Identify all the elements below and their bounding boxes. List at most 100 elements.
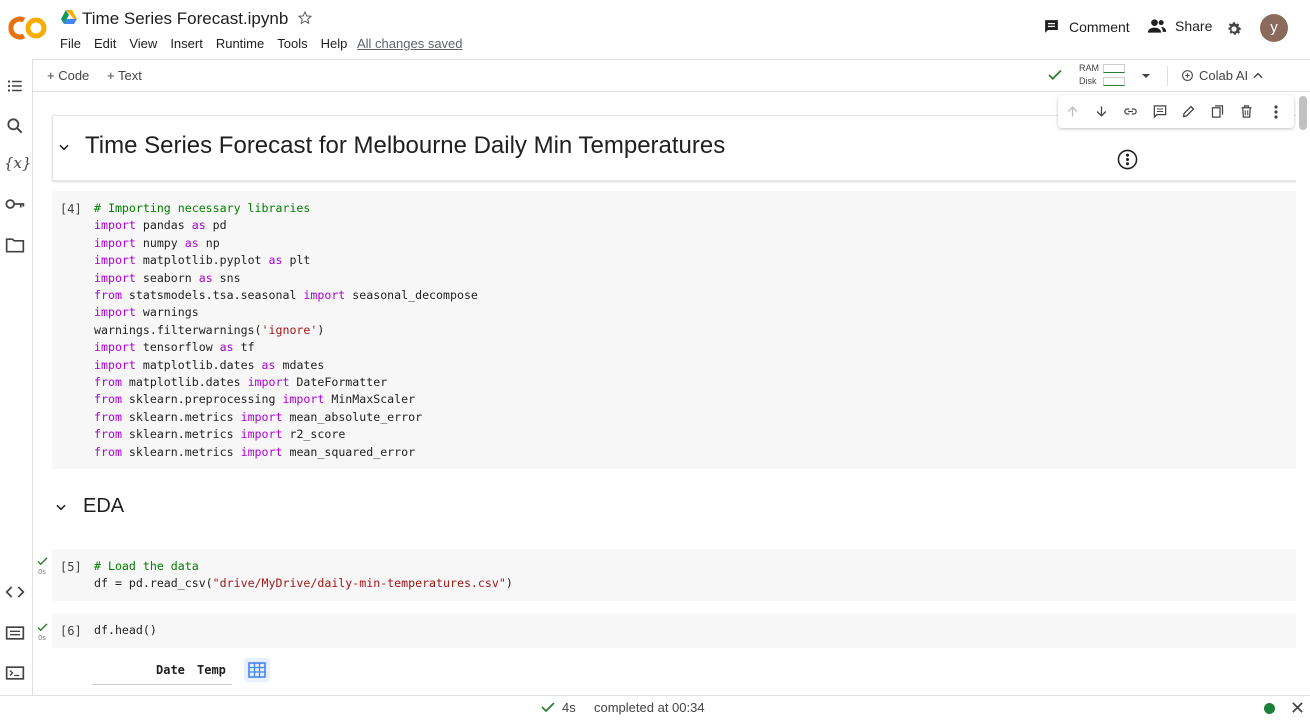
code-line: import tensorflow as tf <box>94 340 255 355</box>
run-time: 0s <box>38 635 46 642</box>
comment-button[interactable]: Comment <box>1043 18 1130 35</box>
menu-file[interactable]: File <box>60 36 81 51</box>
table-of-contents-icon[interactable] <box>5 77 25 95</box>
code-line: from sklearn.metrics import mean_absolut… <box>94 409 423 424</box>
run-success-check-icon <box>37 623 48 632</box>
share-button[interactable]: Share <box>1147 18 1212 34</box>
mirror-cell-icon[interactable] <box>1203 104 1232 119</box>
code-line: # Load the data <box>94 559 199 573</box>
run-time: 0s <box>38 569 46 576</box>
connection-status-dot <box>1264 703 1275 714</box>
trash-icon[interactable] <box>1232 104 1261 119</box>
variables-icon[interactable]: {x} <box>4 154 32 172</box>
menu-runtime[interactable]: Runtime <box>216 36 264 51</box>
section-heading-eda: EDA <box>83 495 125 517</box>
move-up-icon[interactable] <box>1058 104 1087 119</box>
code-line: from sklearn.preprocessing import MinMax… <box>94 392 416 407</box>
execution-count[interactable]: [4] <box>60 202 82 216</box>
table-header-rule <box>92 684 232 685</box>
menu-view[interactable]: View <box>129 36 157 51</box>
table-header-temp: Temp <box>197 663 226 677</box>
execution-count[interactable]: [6] <box>60 624 82 638</box>
cell-toolbar <box>1058 95 1294 128</box>
menu-help[interactable]: Help <box>321 36 348 51</box>
cursor-more-icon <box>1117 149 1138 170</box>
connected-check-icon <box>1046 66 1064 84</box>
people-icon <box>1147 18 1167 34</box>
menu-bar: File Edit View Insert Runtime Tools Help <box>60 36 360 51</box>
link-icon[interactable] <box>1116 104 1145 119</box>
scrollbar[interactable] <box>1299 96 1307 130</box>
section-collapse-icon[interactable] <box>57 140 71 154</box>
ram-label: RAM <box>1079 63 1099 73</box>
colab-ai-label: Colab AI <box>1199 68 1249 83</box>
disk-label: Disk <box>1079 76 1097 86</box>
code-line: import seaborn as sns <box>94 270 241 285</box>
notebook-title[interactable]: Time Series Forecast.ipynb <box>82 9 288 29</box>
notebook-heading: Time Series Forecast for Melbourne Daily… <box>85 132 726 159</box>
search-icon[interactable] <box>5 116 25 136</box>
share-label: Share <box>1175 18 1213 34</box>
disk-bar <box>1103 77 1125 86</box>
header: Time Series Forecast.ipynb File Edit Vie… <box>0 0 1310 58</box>
star-icon[interactable] <box>297 10 313 26</box>
menu-edit[interactable]: Edit <box>94 36 116 51</box>
avatar[interactable]: y <box>1260 14 1288 42</box>
code-line: from sklearn.metrics import mean_squared… <box>94 444 416 459</box>
status-check-icon <box>541 701 555 713</box>
code-cell-load-data[interactable]: [5] # Load the data df = pd.read_csv("dri… <box>52 549 1296 601</box>
code-line: # Importing necessary libraries <box>94 201 311 215</box>
add-code-button[interactable]: + Code <box>47 68 89 83</box>
code-line: import matplotlib.dates as mdates <box>94 357 325 372</box>
code-line: import pandas as pd <box>94 218 227 233</box>
folder-icon[interactable] <box>5 236 25 254</box>
interactive-table-icon[interactable] <box>244 658 270 682</box>
code-line: df = pd.read_csv("drive/MyDrive/daily-mi… <box>94 576 513 591</box>
command-palette-icon[interactable] <box>5 625 25 641</box>
status-bar: 4s completed at 00:34 <box>0 695 1310 720</box>
chevron-up-icon[interactable] <box>1251 69 1265 83</box>
code-editor[interactable]: df.head() <box>94 622 157 639</box>
close-icon[interactable] <box>1291 701 1304 714</box>
notebook-toolbar: + Code + Text RAM Disk Colab AI <box>33 59 1310 92</box>
ram-bar <box>1103 64 1125 73</box>
menu-insert[interactable]: Insert <box>170 36 203 51</box>
code-line: import warnings <box>94 305 199 320</box>
notebook-area: Time Series Forecast for Melbourne Daily… <box>34 93 1296 695</box>
code-cell-head[interactable]: [6] df.head() <box>52 614 1296 648</box>
gear-icon[interactable] <box>1225 20 1243 38</box>
comment-icon <box>1043 18 1060 35</box>
code-editor[interactable]: # Load the data df = pd.read_csv("drive/M… <box>94 558 513 593</box>
code-line: from statsmodels.tsa.seasonal import sea… <box>94 288 478 303</box>
colab-logo[interactable] <box>8 14 48 42</box>
toolbar-divider <box>1167 66 1168 86</box>
chevron-down-icon[interactable] <box>1140 70 1152 82</box>
save-status[interactable]: All changes saved <box>357 36 463 51</box>
edit-pencil-icon[interactable] <box>1174 104 1203 119</box>
menu-tools[interactable]: Tools <box>277 36 307 51</box>
key-icon[interactable] <box>5 197 26 211</box>
resources-indicator[interactable]: RAM Disk <box>1079 62 1099 88</box>
code-line: warnings.filterwarnings('ignore') <box>94 322 325 337</box>
terminal-icon[interactable] <box>5 665 25 681</box>
drive-icon[interactable] <box>61 10 77 24</box>
run-success-check-icon <box>37 557 48 566</box>
code-editor[interactable]: # Importing necessary libraries import pa… <box>94 200 478 461</box>
comment-label: Comment <box>1069 18 1130 35</box>
sparkle-icon <box>1181 69 1194 82</box>
code-cell-imports[interactable]: [4] # Importing necessary libraries impor… <box>52 191 1296 469</box>
section-collapse-icon[interactable] <box>54 500 68 514</box>
code-line: from matplotlib.dates import DateFormatt… <box>94 375 388 390</box>
colab-ai-button[interactable]: Colab AI <box>1181 68 1248 83</box>
table-header-date: Date <box>156 663 185 677</box>
completed-status[interactable]: completed at 00:34 <box>594 700 705 715</box>
move-down-icon[interactable] <box>1087 104 1116 119</box>
more-options-icon[interactable] <box>1261 104 1290 119</box>
execution-count[interactable]: [5] <box>60 560 82 574</box>
comment-cell-icon[interactable] <box>1145 104 1174 119</box>
left-sidebar: {x} <box>0 59 33 695</box>
code-snippets-icon[interactable] <box>5 584 25 600</box>
run-duration: 4s <box>562 700 576 715</box>
add-text-button[interactable]: + Text <box>107 68 142 83</box>
code-line: df.head() <box>94 623 157 637</box>
